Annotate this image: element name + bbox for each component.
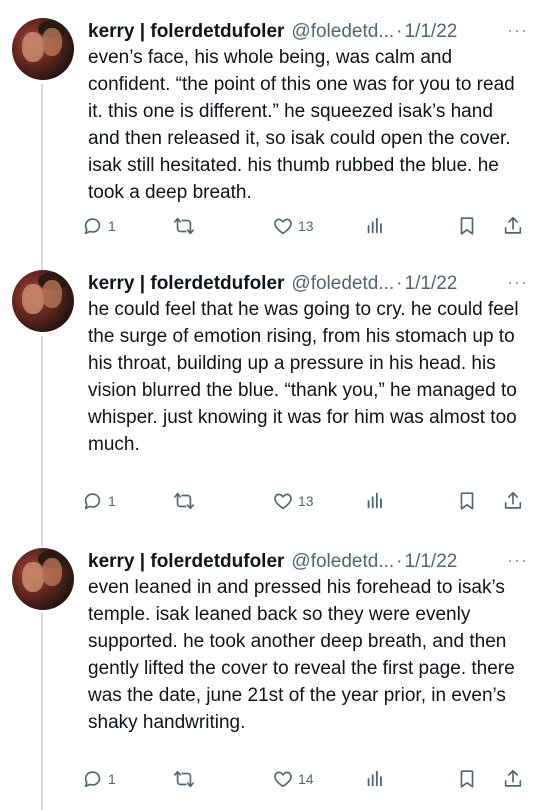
display-name[interactable]: kerry | folerdetdufoler [88,21,284,43]
avatar[interactable] [12,270,74,332]
thread-line [41,336,43,546]
retweet-icon [174,217,194,235]
bookmark-icon [460,492,474,510]
tweet-text: even leaned in and pressed his forehead … [88,577,515,733]
share-button[interactable] [502,215,524,237]
like-count: 13 [298,218,314,234]
separator-dot: · [396,273,403,294]
retweet-button[interactable] [172,215,196,237]
tweet-date[interactable]: 1/1/22 [405,551,458,573]
tweet-header: kerry | folerdetdufoler @foledetd... · 1… [88,270,528,298]
reply-icon [84,771,101,788]
views-button[interactable] [364,768,386,790]
tweet-date[interactable]: 1/1/22 [405,273,458,295]
views-button[interactable] [364,490,386,512]
tweet-actions: 1 14 [82,768,532,794]
reply-count: 1 [108,218,116,234]
tweet-text: he could feel that he was going to cry. … [88,299,519,455]
reply-button[interactable]: 1 [82,490,116,512]
tweet-header: kerry | folerdetdufoler @foledetd... · 1… [88,18,528,46]
retweet-icon [174,770,194,788]
separator-dot: · [396,551,403,572]
views-icon [367,492,382,509]
reply-count: 1 [108,493,116,509]
tweet-date[interactable]: 1/1/22 [405,21,458,43]
like-count: 14 [298,771,314,787]
views-icon [367,770,382,787]
bookmark-icon [460,217,474,235]
more-options-icon[interactable]: ··· [507,550,528,571]
like-count: 13 [298,493,314,509]
like-icon [274,493,292,510]
share-button[interactable] [502,768,524,790]
retweet-icon [174,492,194,510]
reply-button[interactable]: 1 [82,215,116,237]
more-options-icon[interactable]: ··· [507,272,528,293]
more-options-icon[interactable]: ··· [507,20,528,41]
display-name[interactable]: kerry | folerdetdufoler [88,273,284,295]
avatar[interactable] [12,548,74,610]
like-button[interactable]: 13 [272,215,314,237]
reply-icon [84,493,101,510]
like-button[interactable]: 13 [272,490,314,512]
avatar[interactable] [12,18,74,80]
like-icon [274,218,292,235]
reply-count: 1 [108,771,116,787]
bookmark-icon [460,770,474,788]
retweet-button[interactable] [172,768,196,790]
display-name[interactable]: kerry | folerdetdufoler [88,551,284,573]
like-button[interactable]: 14 [272,768,314,790]
share-icon [504,769,522,787]
tweet-actions: 1 13 [82,215,532,241]
tweet-text: even’s face, his whole being, was calm a… [88,47,515,203]
bookmark-button[interactable] [456,768,478,790]
user-handle[interactable]: @foledetd... [291,273,394,295]
user-handle[interactable]: @foledetd... [291,551,394,573]
separator-dot: · [396,21,403,42]
retweet-button[interactable] [172,490,196,512]
reply-icon [84,218,101,235]
thread-line [41,84,43,274]
tweet-header: kerry | folerdetdufoler @foledetd... · 1… [88,548,528,576]
share-icon [504,216,522,234]
bookmark-button[interactable] [456,215,478,237]
bookmark-button[interactable] [456,490,478,512]
thread-line [41,612,43,810]
like-icon [274,771,292,788]
share-button[interactable] [502,490,524,512]
user-handle[interactable]: @foledetd... [291,21,394,43]
views-icon [367,217,382,234]
views-button[interactable] [364,215,386,237]
tweet-actions: 1 13 [82,490,532,516]
share-icon [504,491,522,509]
reply-button[interactable]: 1 [82,768,116,790]
